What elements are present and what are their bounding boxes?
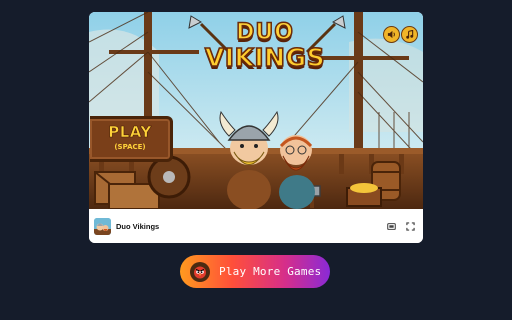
play-button[interactable]: PLAY (SPACE) bbox=[90, 116, 173, 162]
music-note-icon bbox=[406, 30, 414, 39]
speaker-icon bbox=[387, 30, 395, 39]
fullscreen-icon[interactable] bbox=[406, 221, 415, 231]
theater-mode-icon[interactable] bbox=[387, 222, 396, 231]
game-title: Duo Vikings bbox=[116, 221, 160, 231]
play-more-games-button[interactable]: Play More Games bbox=[180, 255, 330, 288]
game-canvas[interactable]: DUO VIKINGS PLAY (SPACE) bbox=[89, 12, 423, 209]
play-more-games-label: Play More Games bbox=[219, 265, 322, 278]
play-button-label: PLAY bbox=[108, 123, 152, 142]
music-toggle-button[interactable] bbox=[401, 26, 418, 43]
sound-toggle-button[interactable] bbox=[383, 26, 400, 43]
game-logo: DUO VIKINGS bbox=[201, 20, 329, 72]
logo-line-2: VIKINGS bbox=[204, 43, 326, 72]
play-button-hint: (SPACE) bbox=[114, 143, 146, 151]
logo-line-1: DUO bbox=[235, 20, 294, 45]
angry-bird-icon bbox=[190, 261, 210, 282]
game-card: DUO VIKINGS PLAY (SPACE) Duo Vikings bbox=[89, 12, 423, 243]
game-info-bar: Duo Vikings bbox=[89, 209, 423, 243]
game-thumbnail bbox=[94, 217, 111, 235]
